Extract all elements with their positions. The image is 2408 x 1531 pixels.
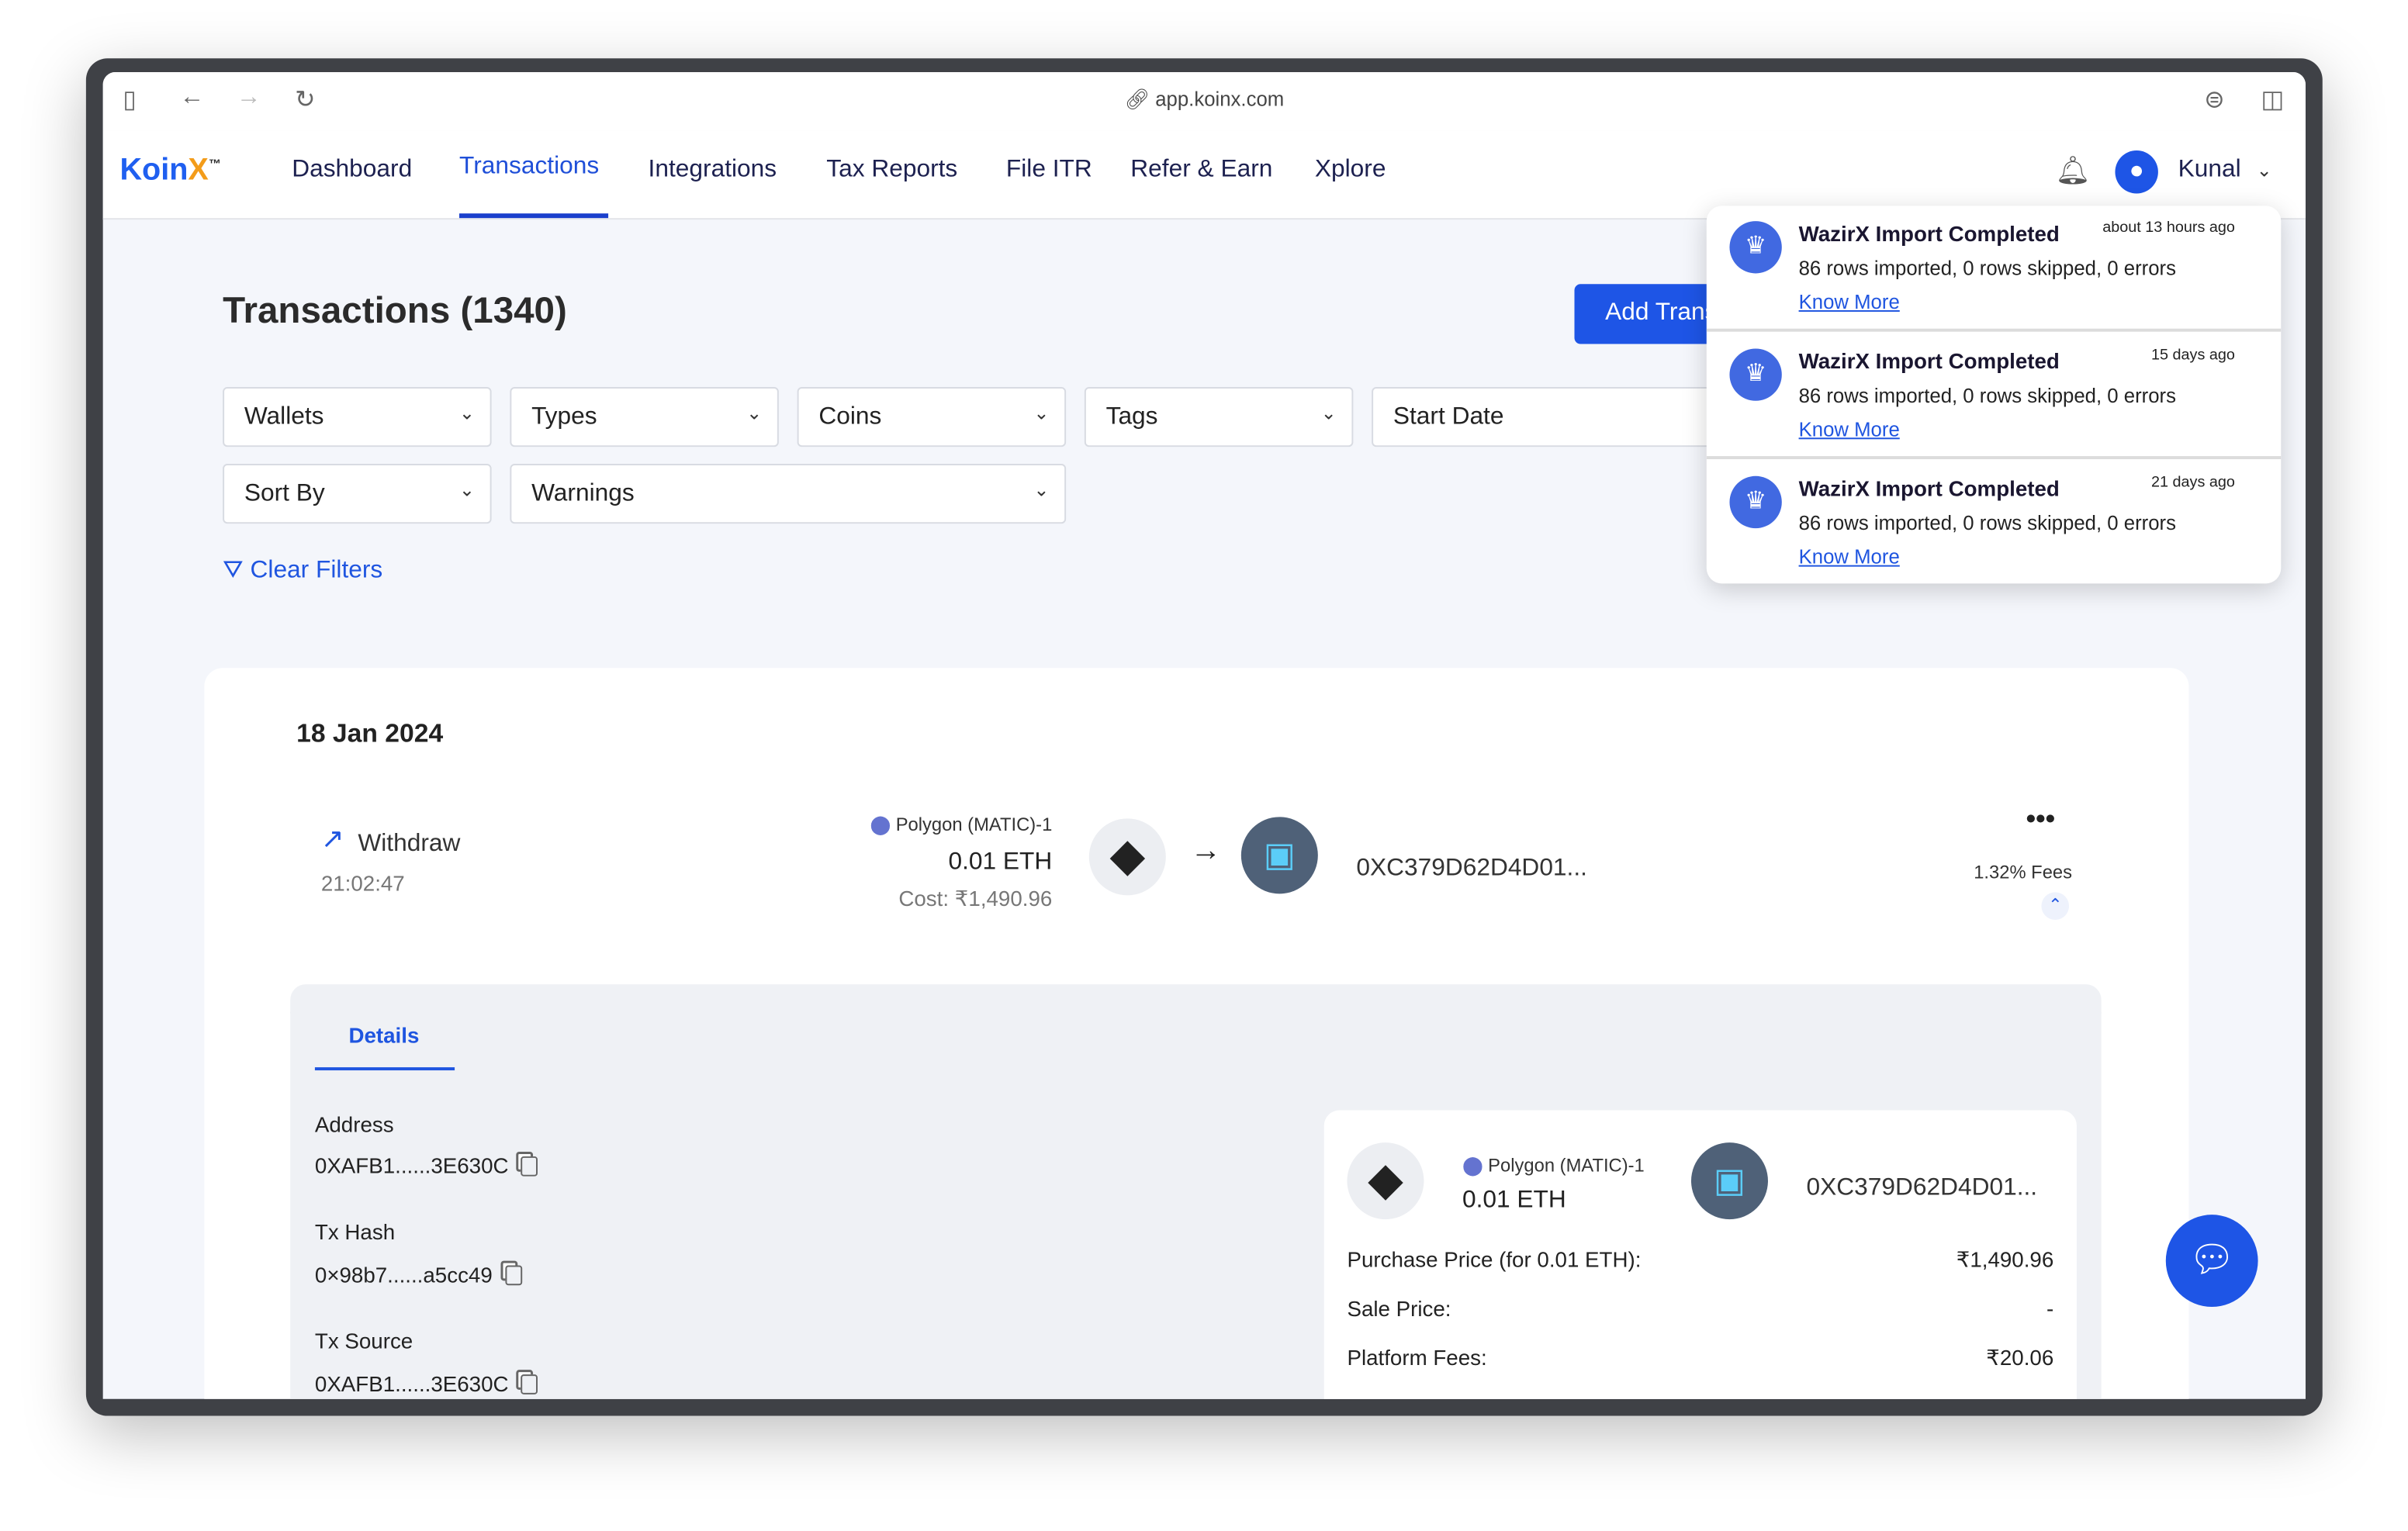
atm-wallet-icon: ▣ xyxy=(1690,1142,1768,1220)
coins-filter[interactable]: Coins ⌄ xyxy=(797,386,1067,448)
sort-by-filter[interactable]: Sort By ⌄ xyxy=(223,463,492,524)
chat-support-button[interactable]: 💬︎ xyxy=(2165,1215,2258,1307)
tx-source-label: Tx Source xyxy=(314,1328,413,1353)
purchase-price-label: Purchase Price (for 0.01 ETH): xyxy=(1347,1246,1642,1272)
nav-file-itr[interactable]: File ITR xyxy=(1006,157,1092,185)
notification-time: about 13 hours ago xyxy=(2102,219,2235,237)
sale-price-value: - xyxy=(2046,1296,2054,1321)
split-view-icon[interactable]: ◫ xyxy=(2261,85,2285,116)
avatar[interactable]: ● xyxy=(2115,150,2158,194)
notification-time: 21 days ago xyxy=(2150,474,2235,492)
transaction-type: Withdraw xyxy=(358,831,461,857)
know-more-link[interactable]: Know More xyxy=(1799,290,1900,313)
transactions-card: 18 Jan 2024 ↗ Withdraw 21:02:47 ⬤ Polygo… xyxy=(204,668,2189,1399)
more-options-icon[interactable]: ••• xyxy=(2026,804,2055,836)
withdraw-arrow-icon: ↗ xyxy=(320,823,344,854)
address-value: 0XAFB1......3E630C xyxy=(315,1153,538,1178)
wazirx-icon: ♛ xyxy=(1729,475,1782,529)
koinx-logo[interactable]: KoinX™ xyxy=(119,154,220,189)
chat-icon: 💬︎ xyxy=(2188,1239,2236,1281)
copy-icon[interactable] xyxy=(521,1374,538,1394)
nav-integrations[interactable]: Integrations xyxy=(649,157,777,185)
eth-icon: ◆ xyxy=(1088,818,1166,896)
platform-fees-value: ₹20.06 xyxy=(1986,1345,2054,1370)
notification-item[interactable]: ♛ WazirX Import Completed 21 days ago 86… xyxy=(1707,461,2282,583)
start-date-input[interactable]: Start Date▯ xyxy=(1372,386,1741,448)
types-filter[interactable]: Types ⌄ xyxy=(510,386,779,448)
chevron-down-icon: ⌄ xyxy=(1033,479,1050,501)
nav-dashboard[interactable]: Dashboard xyxy=(292,157,412,185)
page-title: Transactions (1340) xyxy=(223,290,567,332)
fees-label: 1.32% Fees xyxy=(1974,861,2073,883)
bell-icon[interactable]: 🔔︎ xyxy=(2055,155,2090,188)
wallets-filter[interactable]: Wallets ⌄ xyxy=(223,386,492,448)
polygon-icon: ⬤ xyxy=(1462,1154,1483,1177)
platform-fees-label: Platform Fees: xyxy=(1347,1345,1487,1370)
date-heading: 18 Jan 2024 xyxy=(296,718,444,748)
notification-title: WazirX Import Completed xyxy=(1798,475,2060,501)
extension-icon[interactable]: ⊜ xyxy=(2204,85,2225,116)
collapse-chevron-up-icon[interactable]: ⌃ xyxy=(2041,892,2070,921)
chevron-down-icon: ⌄ xyxy=(1320,402,1337,424)
summary-card: ◆ ⬤ Polygon (MATIC)-1 0.01 ETH ▣ 0XC379D… xyxy=(1323,1110,2077,1399)
notification-time: 15 days ago xyxy=(2150,347,2235,365)
tx-source-value: 0XAFB1......3E630C xyxy=(315,1371,538,1396)
notification-item[interactable]: ♛ WazirX Import Completed about 13 hours… xyxy=(1706,206,2282,332)
amount: 0.01 ETH xyxy=(948,848,1053,876)
copy-icon[interactable] xyxy=(504,1265,522,1286)
tx-hash-label: Tx Hash xyxy=(314,1219,396,1244)
wazirx-icon: ♛ xyxy=(1729,348,1782,401)
active-tab-indicator xyxy=(459,213,609,219)
notification-body: 86 rows imported, 0 rows skipped, 0 erro… xyxy=(1798,256,2176,280)
polygon-icon: ⬤ xyxy=(870,814,891,836)
arrow-right-icon: → xyxy=(1190,834,1222,868)
atm-wallet-icon: ▣ xyxy=(1240,817,1318,894)
purchase-price-value: ₹1,490.96 xyxy=(1956,1246,2054,1272)
sale-price-label: Sale Price: xyxy=(1347,1296,1451,1321)
chevron-down-icon: ⌄ xyxy=(1033,402,1050,424)
amount: 0.01 ETH xyxy=(1462,1187,1566,1214)
address-bar[interactable]: 🔗︎ app.koinx.com xyxy=(103,88,2306,112)
notification-title: WazirX Import Completed xyxy=(1798,348,2060,374)
transaction-time: 21:02:47 xyxy=(320,870,405,896)
details-panel: Details Address 0XAFB1......3E630C Tx Ha… xyxy=(290,984,2102,1399)
chevron-down-icon: ⌄ xyxy=(458,402,475,424)
filter-clear-icon: ⛛ xyxy=(223,557,251,584)
chevron-down-icon: ⌄ xyxy=(458,479,475,501)
to-address: 0XC379D62D4D01... xyxy=(1806,1174,2038,1201)
chevron-down-icon: ⌄ xyxy=(746,402,763,424)
eth-icon: ◆ xyxy=(1347,1142,1424,1220)
tab-indicator xyxy=(314,1067,455,1071)
wazirx-icon: ♛ xyxy=(1729,221,1782,274)
link-icon: 🔗︎ xyxy=(1124,87,1156,111)
notification-body: 86 rows imported, 0 rows skipped, 0 erro… xyxy=(1798,511,2176,535)
nav-refer-earn[interactable]: Refer & Earn xyxy=(1130,157,1272,185)
nav-transactions[interactable]: Transactions xyxy=(459,154,599,181)
copy-icon[interactable] xyxy=(521,1156,538,1177)
network-label: ⬤ Polygon (MATIC)-1 xyxy=(870,814,1053,836)
know-more-link[interactable]: Know More xyxy=(1799,418,1900,441)
know-more-link[interactable]: Know More xyxy=(1799,545,1900,569)
notification-body: 86 rows imported, 0 rows skipped, 0 erro… xyxy=(1798,384,2176,407)
to-address: 0XC379D62D4D01... xyxy=(1356,855,1587,882)
tx-hash-value: 0×98b7......a5cc49 xyxy=(315,1263,522,1287)
nav-tax-reports[interactable]: Tax Reports xyxy=(826,157,957,185)
browser-toolbar: ▯ ← → ↻ 🔗︎ app.koinx.com ⊜ ◫ xyxy=(102,72,2306,131)
cost: Cost: ₹1,490.96 xyxy=(898,886,1053,911)
user-name[interactable]: Kunal xyxy=(2178,157,2241,185)
screen: ▯ ← → ↻ 🔗︎ app.koinx.com ⊜ ◫ KoinX™ Dash… xyxy=(102,72,2306,1399)
transaction-row[interactable]: ↗ Withdraw 21:02:47 ⬤ Polygon (MATIC)-1 … xyxy=(290,804,2102,942)
notifications-popup: ♛ WazirX Import Completed about 13 hours… xyxy=(1706,206,2282,584)
notification-title: WazirX Import Completed xyxy=(1798,221,2060,246)
nav-xplore[interactable]: Xplore xyxy=(1315,157,1386,185)
clear-filters-button[interactable]: ⛛ Clear Filters xyxy=(223,558,382,586)
address-label: Address xyxy=(314,1111,394,1137)
warnings-filter[interactable]: Warnings ⌄ xyxy=(510,463,1067,524)
network-label: ⬤ Polygon (MATIC)-1 xyxy=(1462,1154,1645,1177)
tab-details[interactable]: Details xyxy=(348,1023,419,1048)
tags-filter[interactable]: Tags ⌄ xyxy=(1084,386,1354,448)
chevron-down-icon[interactable]: ⌄ xyxy=(2257,160,2272,181)
notification-item[interactable]: ♛ WazirX Import Completed 15 days ago 86… xyxy=(1706,334,2282,460)
